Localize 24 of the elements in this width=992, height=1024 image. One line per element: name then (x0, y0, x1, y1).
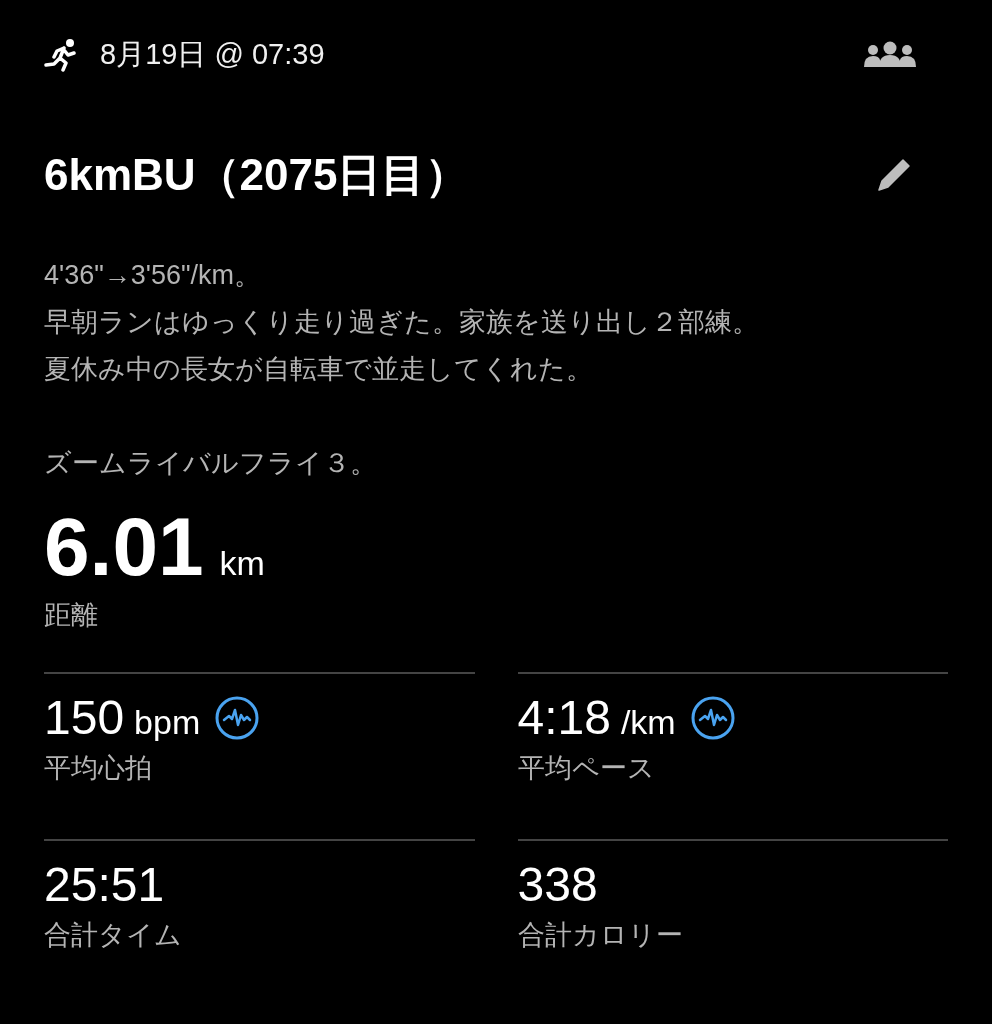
group-icon[interactable] (864, 41, 916, 69)
description-note: ズームライバルフライ３。 (44, 447, 378, 480)
activity-title: 6kmBU（2075日目） (44, 149, 470, 201)
activity-datetime: 8月19日 @ 07:39 (100, 37, 325, 73)
stat-label: 合計カロリー (517, 918, 684, 952)
distance-label: 距離 (44, 599, 99, 632)
edit-icon[interactable] (876, 157, 912, 193)
activity-chart-icon[interactable] (214, 694, 261, 741)
stat-unit: bpm (134, 701, 201, 743)
stat-value: 4:18 (517, 689, 611, 746)
stat-label: 平均ペース (517, 751, 656, 785)
distance-unit: km (219, 543, 265, 584)
runner-icon (44, 38, 78, 72)
description-line: 4'36"→3'56"/km。 (44, 259, 263, 292)
stat-unit: /km (620, 701, 676, 743)
stat-label: 平均心拍 (44, 751, 153, 785)
stat-value: 25:51 (44, 856, 165, 913)
activity-chart-icon[interactable] (689, 694, 736, 741)
description-line: 早朝ランはゆっくり走り過ぎた。家族を送り出し２部練。 (44, 306, 760, 339)
distance-value: 6.01 (44, 500, 204, 594)
stat-value: 338 (517, 856, 598, 913)
stat-value: 150 (44, 689, 125, 746)
stat-label: 合計タイム (44, 918, 183, 952)
description-line: 夏休み中の長女が自転車で並走してくれた。 (44, 353, 594, 386)
